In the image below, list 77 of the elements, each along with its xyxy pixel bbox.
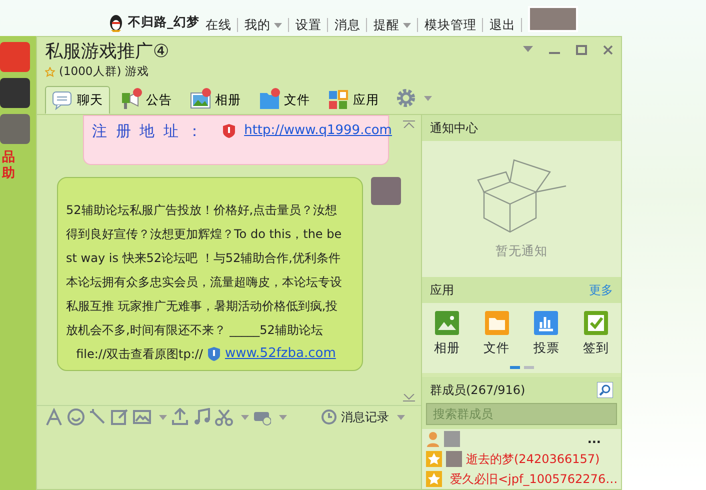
scroll-down-icon[interactable] <box>403 394 415 402</box>
avatar[interactable] <box>371 177 401 206</box>
maximize-icon[interactable] <box>576 45 587 55</box>
caret-icon[interactable] <box>159 414 167 420</box>
scissors-icon[interactable] <box>215 408 233 426</box>
upload-icon[interactable] <box>171 408 189 426</box>
online-status[interactable]: 在线 <box>199 18 238 32</box>
link[interactable]: http://www.q1999.com <box>244 121 392 141</box>
window-title: 私服游戏推广④ <box>45 41 170 63</box>
wand-icon[interactable] <box>89 408 107 426</box>
shield-icon <box>222 123 236 140</box>
clock-icon <box>321 409 337 426</box>
top-menu-item[interactable]: 设置 <box>289 18 328 32</box>
image-icon[interactable] <box>133 408 151 426</box>
apps-icon <box>328 90 349 110</box>
tab[interactable]: 公告 <box>114 86 179 114</box>
caret-icon[interactable] <box>397 414 405 420</box>
scroll-up-icon[interactable] <box>403 120 415 128</box>
top-menu-item[interactable]: 提醒 <box>367 18 418 32</box>
vote-icon <box>534 311 558 336</box>
person-icon <box>426 430 440 447</box>
caret-icon[interactable] <box>241 414 249 420</box>
close-icon[interactable] <box>603 45 613 55</box>
message-text: file://双击查看原图tp:// <box>76 346 203 364</box>
star-icon <box>426 450 442 467</box>
more-text[interactable]: ... <box>587 430 601 448</box>
edit-icon[interactable] <box>111 408 129 426</box>
link[interactable]: www.52fzba.com <box>224 342 336 366</box>
app-button[interactable]: 文件 <box>484 311 510 358</box>
avatar[interactable] <box>446 450 462 467</box>
font-icon[interactable] <box>45 408 63 426</box>
checkin-icon <box>584 311 608 336</box>
section-title: 群成员(267/916) <box>430 382 526 399</box>
member-name[interactable]: 逝去的梦(2420366157) <box>466 450 600 468</box>
app-button[interactable]: 投票 <box>533 311 560 358</box>
tab[interactable]: 文件 <box>252 86 317 114</box>
music-icon[interactable] <box>193 408 211 426</box>
page-indicator[interactable] <box>510 366 520 369</box>
avatar[interactable] <box>528 6 578 32</box>
side-label: 品 <box>2 150 16 166</box>
top-menu-item[interactable]: 消息 <box>328 18 368 32</box>
section-title: 应用 <box>430 282 454 300</box>
member-name[interactable]: 爱久必旧<jpf_1005762276… <box>450 470 618 488</box>
search-icon[interactable] <box>597 382 613 398</box>
caret-icon[interactable] <box>424 96 432 101</box>
gear-icon[interactable] <box>396 88 416 108</box>
shield-icon <box>206 346 221 362</box>
group-info: (1000人群) 游戏 <box>59 63 149 80</box>
side-label: 助 <box>2 166 16 182</box>
box-icon <box>476 158 568 234</box>
empty-state-text: 暂无通知 <box>496 242 548 260</box>
section-title: 通知中心 <box>422 114 621 141</box>
top-menu-item[interactable]: 我的 <box>238 18 290 32</box>
username: 不归路_幻梦 <box>128 13 200 32</box>
top-menu-item[interactable]: 模块管理 <box>418 18 484 32</box>
star-icon <box>45 66 55 77</box>
smiley-icon[interactable] <box>67 408 85 426</box>
star-icon <box>426 470 442 487</box>
avatar[interactable] <box>444 430 460 447</box>
page-indicator[interactable] <box>524 366 534 369</box>
app-icon[interactable] <box>0 78 30 108</box>
caret-icon[interactable] <box>279 414 287 420</box>
top-menu-item[interactable]: 退出 <box>483 18 522 32</box>
album-icon <box>190 90 211 110</box>
message-history-button[interactable]: 消息记录 <box>321 408 389 426</box>
banner-label: 注 册 地 址 ： <box>92 120 204 142</box>
app-button[interactable]: 签到 <box>583 311 610 358</box>
file-icon <box>484 311 509 336</box>
tab[interactable]: 相册 <box>183 86 248 114</box>
tab[interactable]: 应用 <box>321 86 386 114</box>
penguin-icon <box>108 14 124 32</box>
app-button[interactable]: 相册 <box>434 311 460 358</box>
search-field[interactable]: 搜索群成员 <box>426 402 617 425</box>
dropdown-icon[interactable] <box>523 45 533 53</box>
chat-icon <box>52 90 73 110</box>
tab[interactable]: 聊天 <box>45 86 110 114</box>
album-icon <box>434 311 459 336</box>
